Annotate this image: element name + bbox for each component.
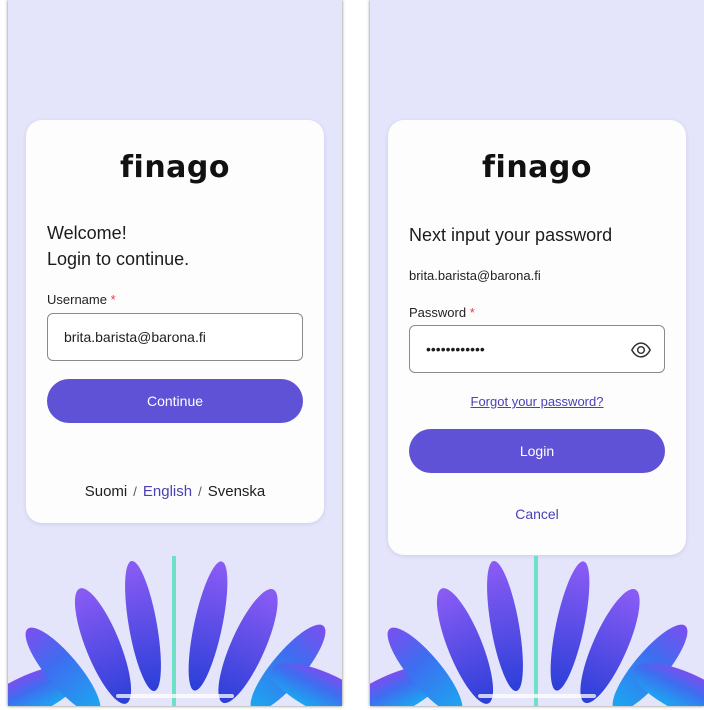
forgot-password-link[interactable]: Forgot your password? xyxy=(388,394,686,409)
language-separator: / xyxy=(198,484,202,499)
username-label: Username * xyxy=(47,292,116,307)
language-svenska[interactable]: Svenska xyxy=(208,483,266,500)
required-marker: * xyxy=(110,292,116,307)
required-marker: * xyxy=(469,305,475,320)
login-screen-password: finago Next input your password brita.ba… xyxy=(370,0,704,706)
password-label-text: Password xyxy=(409,305,467,320)
language-suomi[interactable]: Suomi xyxy=(85,483,128,500)
welcome-heading: Welcome! Login to continue. xyxy=(47,220,189,272)
finago-logo: finago xyxy=(481,150,593,185)
username-value: brita.barista@barona.fi xyxy=(64,329,206,345)
eye-icon[interactable] xyxy=(630,339,652,361)
flower-decoration xyxy=(8,556,342,706)
language-switcher: Suomi / English / Svenska xyxy=(26,483,324,500)
cancel-link[interactable]: Cancel xyxy=(388,506,686,522)
username-input[interactable]: brita.barista@barona.fi xyxy=(47,313,303,361)
login-card: finago Welcome! Login to continue. Usern… xyxy=(26,120,324,523)
password-label: Password * xyxy=(409,305,475,320)
password-card: finago Next input your password brita.ba… xyxy=(388,120,686,555)
flower-decoration xyxy=(370,556,704,706)
password-input[interactable]: •••••••••••• xyxy=(409,325,665,373)
password-heading: Next input your password xyxy=(409,225,613,245)
finago-logo: finago xyxy=(119,150,231,185)
welcome-line: Welcome! xyxy=(47,223,127,243)
username-label-text: Username xyxy=(47,292,107,307)
login-prompt-line: Login to continue. xyxy=(47,249,190,269)
login-button[interactable]: Login xyxy=(409,429,665,473)
language-english[interactable]: English xyxy=(143,483,192,500)
home-indicator[interactable] xyxy=(478,694,596,698)
home-indicator[interactable] xyxy=(116,694,234,698)
password-masked-value: •••••••••••• xyxy=(426,341,485,357)
login-screen-username: finago Welcome! Login to continue. Usern… xyxy=(8,0,342,706)
continue-button[interactable]: Continue xyxy=(47,379,303,423)
language-separator: / xyxy=(133,484,137,499)
selected-email: brita.barista@barona.fi xyxy=(409,268,541,283)
